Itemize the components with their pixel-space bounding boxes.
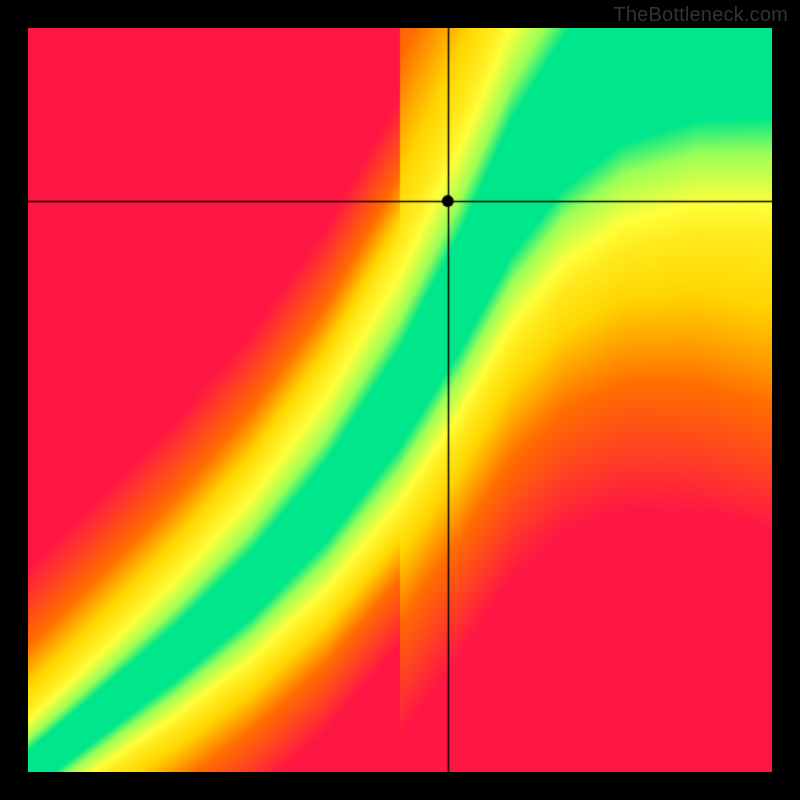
heatmap-container [28,28,772,772]
bottleneck-heatmap [28,28,772,772]
watermark-text: TheBottleneck.com [613,4,788,27]
